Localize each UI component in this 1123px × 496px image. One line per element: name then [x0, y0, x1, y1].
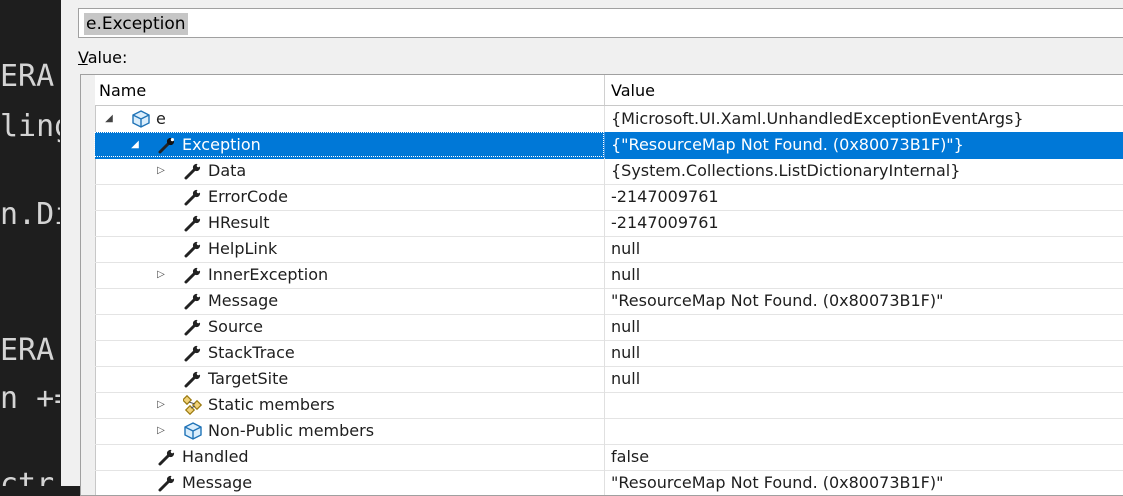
- column-separator: [604, 236, 605, 262]
- column-separator: [604, 106, 605, 132]
- value-label-text: alue:: [87, 48, 128, 67]
- row-name: Handled: [182, 447, 249, 466]
- row-value: {"ResourceMap Not Found. (0x80073B1F)"}: [611, 135, 964, 154]
- row-value: null: [611, 317, 641, 336]
- row-name: e: [156, 109, 166, 128]
- row-name: TargetSite: [208, 369, 289, 388]
- table-row[interactable]: ▷ Static members: [95, 392, 1123, 419]
- table-row[interactable]: HResult -2147009761: [95, 210, 1123, 237]
- row-name: Source: [208, 317, 263, 336]
- expand-arrow-icon[interactable]: ▷: [155, 262, 167, 288]
- table-row[interactable]: TargetSite null: [95, 366, 1123, 393]
- expand-arrow-icon[interactable]: ▷: [155, 392, 167, 418]
- wrench-icon: [183, 265, 203, 285]
- row-name: InnerException: [208, 265, 329, 284]
- row-name: HResult: [208, 213, 270, 232]
- watch-grid[interactable]: Name Value ◢ e {Microsoft.UI.Xaml.Unhandle…: [80, 74, 1123, 496]
- row-value: null: [611, 265, 641, 284]
- wrench-icon: [183, 161, 203, 181]
- row-value: null: [611, 369, 641, 388]
- column-separator: [604, 262, 605, 288]
- wrench-icon: [183, 187, 203, 207]
- column-separator: [604, 184, 605, 210]
- column-separator: [604, 288, 605, 314]
- column-separator: [604, 470, 605, 495]
- object-icon: [131, 109, 151, 129]
- table-row[interactable]: ▷ Data {System.Collections.ListDictionaryI…: [95, 158, 1123, 185]
- column-resize-handle[interactable]: [604, 75, 605, 105]
- row-value: false: [611, 447, 650, 466]
- wrench-icon: [157, 447, 177, 467]
- table-row[interactable]: Message "ResourceMap Not Found. (0x80073B…: [95, 470, 1123, 495]
- value-label-accelerator: V: [78, 48, 88, 67]
- wrench-icon: [183, 369, 203, 389]
- table-row[interactable]: HelpLink null: [95, 236, 1123, 263]
- row-value: {System.Collections.ListDictionaryIntern…: [611, 161, 961, 180]
- column-separator: [604, 210, 605, 236]
- row-name: Exception: [182, 135, 261, 154]
- row-value: null: [611, 239, 641, 258]
- object-icon: [183, 421, 203, 441]
- wrench-icon: [157, 473, 177, 493]
- table-row[interactable]: Source null: [95, 314, 1123, 341]
- row-value: -2147009761: [611, 187, 719, 206]
- row-value: null: [611, 343, 641, 362]
- quickwatch-dialog: e.Exception Value: Name Value ◢ e {Microso…: [61, 0, 1123, 496]
- value-label: Value:: [78, 48, 127, 67]
- row-name: Static members: [208, 395, 335, 414]
- wrench-icon: [183, 213, 203, 233]
- expand-arrow-icon[interactable]: ▷: [155, 418, 167, 444]
- collapse-arrow-icon[interactable]: ◢: [103, 106, 115, 132]
- column-header-value[interactable]: Value: [611, 75, 655, 105]
- row-name: Message: [182, 473, 253, 492]
- table-row[interactable]: ▷ InnerException null: [95, 262, 1123, 289]
- table-row[interactable]: StackTrace null: [95, 340, 1123, 367]
- table-row[interactable]: ◢ Exception {"ResourceMap Not Found. (0x80…: [94, 132, 1123, 159]
- column-separator: [604, 444, 605, 470]
- code-editor-background: ERA ling n.Di ERA n += ctr: [0, 0, 60, 486]
- column-separator: [604, 314, 605, 340]
- column-separator: [604, 418, 605, 444]
- row-name: HelpLink: [208, 239, 278, 258]
- column-header-name[interactable]: Name: [99, 75, 146, 105]
- table-row[interactable]: Handled false: [95, 444, 1123, 471]
- column-separator: [604, 132, 605, 158]
- row-name: ErrorCode: [208, 187, 288, 206]
- wrench-icon: [183, 317, 203, 337]
- wrench-icon: [183, 291, 203, 311]
- row-value: -2147009761: [611, 213, 719, 232]
- code-fragment: ERA: [0, 333, 55, 368]
- column-separator: [604, 366, 605, 392]
- row-name: StackTrace: [208, 343, 295, 362]
- table-row[interactable]: Message "ResourceMap Not Found. (0x80073B…: [95, 288, 1123, 315]
- code-fragment: ling: [0, 109, 60, 144]
- table-row[interactable]: ▷ Non-Public members: [95, 418, 1123, 445]
- row-name: Non-Public members: [208, 421, 375, 440]
- row-value: "ResourceMap Not Found. (0x80073B1F)": [611, 473, 944, 492]
- expression-input[interactable]: e.Exception: [78, 8, 1123, 38]
- expression-text: e.Exception: [84, 13, 188, 35]
- code-fragment: n +=: [0, 381, 60, 416]
- expand-arrow-icon[interactable]: ▷: [155, 158, 167, 184]
- row-name: Data: [208, 161, 247, 180]
- table-row[interactable]: ErrorCode -2147009761: [95, 184, 1123, 211]
- row-value: {Microsoft.UI.Xaml.UnhandledExceptionEve…: [611, 109, 1024, 128]
- static-members-icon: [181, 394, 203, 416]
- table-row[interactable]: ◢ e {Microsoft.UI.Xaml.UnhandledExceptionE…: [95, 106, 1123, 133]
- wrench-icon: [157, 135, 177, 155]
- code-fragment: ctr: [0, 467, 55, 487]
- code-fragment: ERA: [0, 59, 55, 94]
- wrench-icon: [183, 239, 203, 259]
- collapse-arrow-icon[interactable]: ◢: [129, 132, 141, 158]
- row-name: Message: [208, 291, 279, 310]
- code-fragment: n.Di: [0, 197, 60, 232]
- column-separator: [604, 392, 605, 418]
- column-separator: [604, 340, 605, 366]
- grid-header: Name Value: [95, 75, 1123, 106]
- wrench-icon: [183, 343, 203, 363]
- row-value: "ResourceMap Not Found. (0x80073B1F)": [611, 291, 944, 310]
- column-separator: [604, 158, 605, 184]
